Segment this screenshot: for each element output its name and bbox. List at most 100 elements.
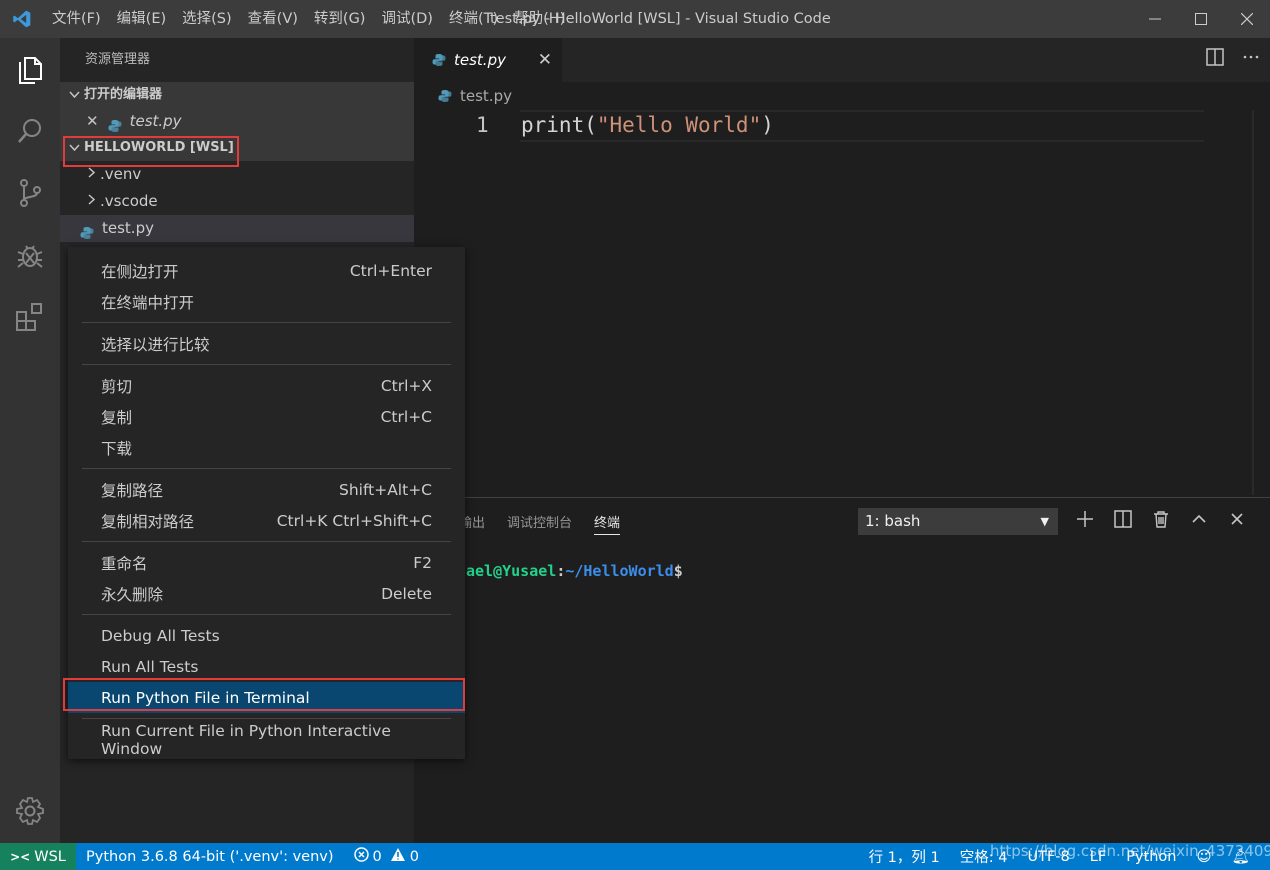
- chevron-down-icon: [64, 82, 84, 108]
- code-editor[interactable]: 1 print("Hello World"): [414, 110, 1204, 142]
- menu-item-label: Run Current File in Python Interactive W…: [101, 721, 391, 758]
- more-actions-icon[interactable]: [1242, 48, 1260, 70]
- menu-item-rename[interactable]: 重命名 F2: [68, 547, 465, 578]
- tree-item-test-py[interactable]: test.py: [60, 215, 414, 242]
- terminal-prompt[interactable]: ael@Yusael:~/HelloWorld$: [466, 562, 683, 580]
- remote-icon: ><: [10, 849, 31, 864]
- warning-count: 0: [409, 848, 419, 865]
- tab-terminal[interactable]: 终端: [594, 512, 621, 535]
- python-interpreter[interactable]: Python 3.6.8 64-bit ('.venv': venv): [76, 849, 344, 865]
- prompt-user: ael@Yusael: [466, 562, 557, 580]
- close-icon[interactable]: ✕: [86, 108, 99, 135]
- menu-item-shortcut: Ctrl+X: [380, 376, 432, 395]
- open-editor-item[interactable]: ✕ test.py: [60, 108, 414, 135]
- terminal-select[interactable]: 1: bash ▼: [858, 508, 1058, 535]
- problems-indicator[interactable]: 0 0: [344, 847, 429, 866]
- explorer-icon[interactable]: [0, 38, 60, 100]
- menu-bar: 文件(F) 编辑(E) 选择(S) 查看(V) 转到(G) 调试(D) 终端(T…: [44, 0, 573, 38]
- menu-item-open-to-side[interactable]: 在侧边打开 Ctrl+Enter: [68, 255, 465, 286]
- code-line-1[interactable]: print("Hello World"): [521, 113, 774, 137]
- search-icon[interactable]: [0, 100, 60, 162]
- menu-item-label: 在终端中打开: [101, 293, 195, 312]
- editor-actions: [1206, 48, 1260, 70]
- code-string: "Hello World": [596, 113, 762, 137]
- tab-debug-console[interactable]: 调试控制台: [507, 512, 572, 535]
- maximize-panel-icon[interactable]: [1190, 510, 1208, 532]
- maximize-button[interactable]: [1178, 0, 1224, 38]
- breadcrumb[interactable]: test.py: [438, 84, 512, 108]
- code-paren: ): [761, 113, 774, 137]
- trash-icon[interactable]: [1152, 510, 1170, 532]
- menu-item-open-in-terminal[interactable]: 在终端中打开: [68, 286, 465, 317]
- menu-item-label: 下载: [101, 439, 133, 458]
- menu-item-label: 选择以进行比较: [101, 335, 210, 354]
- settings-gear-icon[interactable]: [0, 780, 60, 842]
- menu-view[interactable]: 查看(V): [240, 0, 306, 38]
- python-file-icon: [80, 222, 94, 239]
- menu-help[interactable]: 帮助(H): [506, 0, 573, 38]
- python-file-icon: [108, 115, 122, 132]
- menu-edit[interactable]: 编辑(E): [109, 0, 174, 38]
- menu-item-debug-all-tests[interactable]: Debug All Tests: [68, 620, 465, 651]
- menu-item-delete-permanently[interactable]: 永久删除 Delete: [68, 578, 465, 609]
- error-count: 0: [372, 848, 382, 865]
- menu-item-shortcut: F2: [413, 553, 432, 572]
- menu-item-label: 剪切: [101, 377, 133, 396]
- panel-actions: [1076, 510, 1246, 532]
- code-function: print(: [521, 113, 597, 137]
- menu-item-select-for-compare[interactable]: 选择以进行比较: [68, 328, 465, 359]
- menu-item-copy[interactable]: 复制 Ctrl+C: [68, 401, 465, 432]
- menu-debug[interactable]: 调试(D): [373, 0, 440, 38]
- menu-go[interactable]: 转到(G): [306, 0, 374, 38]
- prompt-end: $: [673, 562, 683, 580]
- split-editor-icon[interactable]: [1206, 48, 1224, 70]
- menu-selection[interactable]: 选择(S): [174, 0, 240, 38]
- menu-item-shortcut: Shift+Alt+C: [338, 480, 432, 499]
- breadcrumb-filename: test.py: [460, 87, 512, 105]
- remote-indicator[interactable]: >< WSL: [0, 843, 76, 870]
- menu-item-label: 复制: [101, 408, 133, 427]
- close-window-button[interactable]: [1224, 0, 1270, 38]
- window-controls: [1132, 0, 1270, 38]
- menu-item-label: Run All Tests: [101, 657, 199, 676]
- chevron-down-icon: ▼: [1040, 515, 1049, 528]
- bottom-panel: 输出 调试控制台 终端 1: bash ▼ ael@Yusael:~/Hello…: [414, 497, 1270, 843]
- extensions-icon[interactable]: [0, 286, 60, 348]
- title-bar: 文件(F) 编辑(E) 选择(S) 查看(V) 转到(G) 调试(D) 终端(T…: [0, 0, 1270, 38]
- menu-item-shortcut: Ctrl+K Ctrl+Shift+C: [276, 511, 432, 530]
- menu-item-label: 复制相对路径: [101, 512, 195, 531]
- menu-item-label: Debug All Tests: [101, 626, 220, 645]
- menu-item-cut[interactable]: 剪切 Ctrl+X: [68, 370, 465, 401]
- menu-separator: [82, 322, 451, 323]
- menu-item-run-in-interactive-window[interactable]: Run Current File in Python Interactive W…: [68, 721, 465, 758]
- new-terminal-icon[interactable]: [1076, 510, 1094, 532]
- menu-separator: [82, 614, 451, 615]
- open-editors-header[interactable]: 打开的编辑器: [60, 82, 414, 108]
- tab-test-py[interactable]: test.py ✕: [414, 38, 562, 82]
- menu-item-copy-relative-path[interactable]: 复制相对路径 Ctrl+K Ctrl+Shift+C: [68, 505, 465, 536]
- minimize-button[interactable]: [1132, 0, 1178, 38]
- menu-file[interactable]: 文件(F): [44, 0, 109, 38]
- python-file-icon: [432, 53, 446, 67]
- activity-bar: [0, 38, 60, 843]
- menu-item-download[interactable]: 下载: [68, 432, 465, 463]
- source-control-icon[interactable]: [0, 162, 60, 224]
- menu-separator: [82, 364, 451, 365]
- open-editor-filename: test.py: [129, 112, 182, 130]
- split-terminal-icon[interactable]: [1114, 510, 1132, 532]
- tree-item-vscode[interactable]: .vscode: [60, 188, 414, 215]
- terminal-select-value: 1: bash: [865, 512, 921, 530]
- menu-item-copy-path[interactable]: 复制路径 Shift+Alt+C: [68, 474, 465, 505]
- remote-label: WSL: [34, 848, 66, 865]
- editor-scrollbar[interactable]: [1252, 110, 1254, 495]
- menu-item-shortcut: Delete: [381, 584, 432, 603]
- cursor-position[interactable]: 行 1，列 1: [859, 846, 950, 867]
- close-panel-icon[interactable]: [1228, 510, 1246, 532]
- line-number: 1: [476, 113, 489, 137]
- editor-tab-bar: test.py ✕: [414, 38, 1270, 82]
- menu-terminal[interactable]: 终端(T): [441, 0, 506, 38]
- close-tab-icon[interactable]: ✕: [538, 50, 552, 70]
- debug-icon[interactable]: [0, 224, 60, 286]
- menu-separator: [82, 718, 451, 719]
- tree-item-label: .vscode: [100, 192, 158, 210]
